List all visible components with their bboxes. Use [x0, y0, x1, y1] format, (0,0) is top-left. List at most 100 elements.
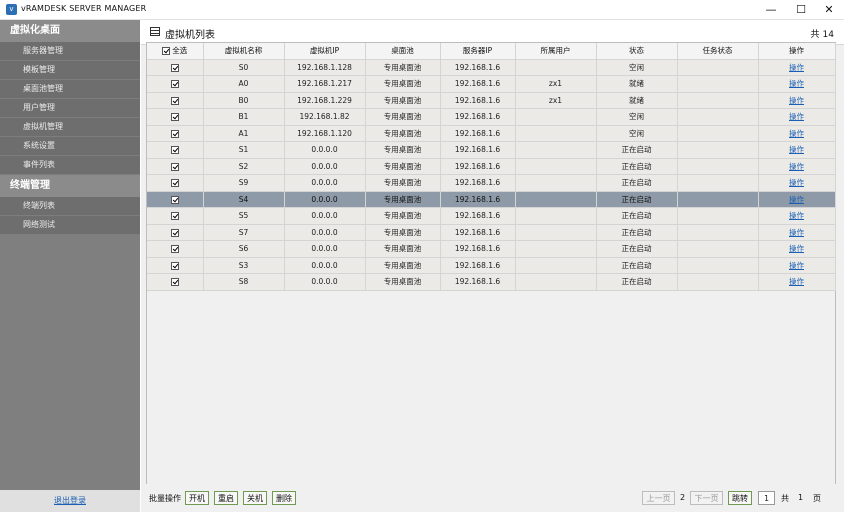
- cell-vm-name: S2: [203, 158, 285, 175]
- cell-task-status: [677, 141, 759, 159]
- cell-checkbox: [147, 257, 204, 274]
- column-header-owner: 所属用户: [515, 43, 597, 60]
- action-link[interactable]: 操作: [789, 228, 804, 237]
- close-icon[interactable]: ✕: [814, 0, 844, 19]
- cell-vm-name: S1: [203, 141, 285, 159]
- page-input[interactable]: 1: [758, 491, 775, 505]
- row-checkbox[interactable]: [170, 245, 179, 254]
- table-row[interactable]: S5 0.0.0.0 专用桌面池 192.168.1.6 正在启动 操作: [147, 207, 836, 225]
- cell-server-ip: 192.168.1.6: [440, 75, 516, 93]
- cell-vm-ip: 0.0.0.0: [284, 273, 366, 291]
- power-on-button[interactable]: 开机: [185, 491, 209, 505]
- cell-owner: [515, 108, 597, 126]
- table-row[interactable]: S9 0.0.0.0 专用桌面池 192.168.1.6 正在启动 操作: [147, 174, 836, 192]
- cell-status: 正在启动: [596, 240, 678, 258]
- row-checkbox[interactable]: [170, 96, 179, 105]
- action-link[interactable]: 操作: [789, 96, 804, 105]
- sidebar-item-event-list[interactable]: 事件列表: [0, 156, 140, 175]
- logout-link[interactable]: 退出登录: [0, 490, 140, 512]
- next-page-button[interactable]: 下一页: [690, 491, 723, 505]
- cell-desktop-pool: 专用桌面池: [365, 158, 441, 175]
- table-row[interactable]: B0 192.168.1.229 专用桌面池 192.168.1.6 zx1 就绪 操作: [147, 92, 836, 109]
- row-checkbox[interactable]: [170, 212, 179, 221]
- sidebar-item-server-management[interactable]: 服务器管理: [0, 42, 140, 61]
- sidebar-section-terminal-management[interactable]: 终端管理: [0, 175, 140, 197]
- table-row[interactable]: S0 192.168.1.128 专用桌面池 192.168.1.6 空闲 操作: [147, 59, 836, 76]
- action-link[interactable]: 操作: [789, 63, 804, 72]
- action-link[interactable]: 操作: [789, 244, 804, 253]
- cell-vm-ip: 0.0.0.0: [284, 257, 366, 274]
- cell-vm-name: S9: [203, 174, 285, 192]
- sidebar-section-virtual-desktop[interactable]: 虚拟化桌面: [0, 20, 140, 42]
- list-icon: [150, 27, 160, 36]
- action-link[interactable]: 操作: [789, 195, 804, 204]
- cell-desktop-pool: 专用桌面池: [365, 59, 441, 76]
- maximize-icon[interactable]: ☐: [786, 0, 816, 19]
- cell-server-ip: 192.168.1.6: [440, 240, 516, 258]
- cell-desktop-pool: 专用桌面池: [365, 207, 441, 225]
- cell-status: 正在启动: [596, 174, 678, 192]
- table-row[interactable]: A1 192.168.1.120 专用桌面池 192.168.1.6 空闲 操作: [147, 125, 836, 142]
- cell-checkbox: [147, 191, 204, 208]
- table-row[interactable]: S2 0.0.0.0 专用桌面池 192.168.1.6 正在启动 操作: [147, 158, 836, 175]
- minimize-icon[interactable]: —: [756, 0, 786, 19]
- vm-table-container[interactable]: 全选 虚拟机名称 虚拟机IP 桌面池 服务器IP 所属用户 状态 任务状态 操作…: [146, 42, 836, 500]
- select-all-header[interactable]: 全选: [147, 43, 204, 60]
- sidebar-item-system-settings[interactable]: 系统设置: [0, 137, 140, 156]
- table-row[interactable]: S7 0.0.0.0 专用桌面池 192.168.1.6 正在启动 操作: [147, 224, 836, 241]
- row-checkbox[interactable]: [170, 195, 179, 204]
- row-checkbox[interactable]: [170, 162, 179, 171]
- total-count: 共 14: [808, 27, 834, 40]
- table-row[interactable]: S6 0.0.0.0 专用桌面池 192.168.1.6 正在启动 操作: [147, 240, 836, 258]
- table-row[interactable]: S4 0.0.0.0 专用桌面池 192.168.1.6 正在启动 操作: [147, 191, 836, 208]
- cell-status: 正在启动: [596, 207, 678, 225]
- restart-button[interactable]: 重启: [214, 491, 238, 505]
- row-checkbox[interactable]: [170, 278, 179, 287]
- sidebar-item-desktop-pool-management[interactable]: 桌面池管理: [0, 80, 140, 99]
- cell-desktop-pool: 专用桌面池: [365, 257, 441, 274]
- sidebar-item-terminal-list[interactable]: 终端列表: [0, 197, 140, 216]
- shutdown-button[interactable]: 关机: [243, 491, 267, 505]
- cell-owner: [515, 158, 597, 175]
- page-number[interactable]: 2: [680, 493, 685, 502]
- row-checkbox[interactable]: [170, 261, 179, 270]
- prev-page-button[interactable]: 上一页: [642, 491, 675, 505]
- row-checkbox[interactable]: [170, 129, 179, 138]
- action-link[interactable]: 操作: [789, 211, 804, 220]
- jump-button[interactable]: 跳转: [728, 491, 752, 505]
- row-checkbox[interactable]: [170, 228, 179, 237]
- row-checkbox[interactable]: [170, 63, 179, 72]
- action-link[interactable]: 操作: [789, 129, 804, 138]
- cell-vm-ip: 0.0.0.0: [284, 207, 366, 225]
- cell-action: 操作: [758, 108, 836, 126]
- action-link[interactable]: 操作: [789, 112, 804, 121]
- cell-status: 就绪: [596, 75, 678, 93]
- delete-button[interactable]: 删除: [272, 491, 296, 505]
- action-link[interactable]: 操作: [789, 79, 804, 88]
- action-link[interactable]: 操作: [789, 261, 804, 270]
- action-link[interactable]: 操作: [789, 145, 804, 154]
- table-row[interactable]: B1 192.168.1.82 专用桌面池 192.168.1.6 空闲 操作: [147, 108, 836, 126]
- cell-action: 操作: [758, 59, 836, 76]
- action-link[interactable]: 操作: [789, 178, 804, 187]
- row-checkbox[interactable]: [170, 113, 179, 122]
- table-row[interactable]: A0 192.168.1.217 专用桌面池 192.168.1.6 zx1 就绪 操作: [147, 75, 836, 93]
- select-all-checkbox[interactable]: [162, 46, 171, 55]
- cell-checkbox: [147, 174, 204, 192]
- action-link[interactable]: 操作: [789, 162, 804, 171]
- sidebar-item-user-management[interactable]: 用户管理: [0, 99, 140, 118]
- sidebar-item-network-test[interactable]: 网络测试: [0, 216, 140, 235]
- footer-bar: 批量操作 开机 重启 关机 删除 上一页 2 下一页 跳转 1 共 1 页: [141, 484, 844, 512]
- action-link[interactable]: 操作: [789, 277, 804, 286]
- table-row[interactable]: S3 0.0.0.0 专用桌面池 192.168.1.6 正在启动 操作: [147, 257, 836, 274]
- cell-checkbox: [147, 92, 204, 109]
- sidebar-item-vm-management[interactable]: 虚拟机管理: [0, 118, 140, 137]
- cell-checkbox: [147, 240, 204, 258]
- row-checkbox[interactable]: [170, 80, 179, 89]
- table-row[interactable]: S8 0.0.0.0 专用桌面池 192.168.1.6 正在启动 操作: [147, 273, 836, 291]
- row-checkbox[interactable]: [170, 146, 179, 155]
- cell-action: 操作: [758, 207, 836, 225]
- row-checkbox[interactable]: [170, 179, 179, 188]
- sidebar-item-template-management[interactable]: 模板管理: [0, 61, 140, 80]
- table-row[interactable]: S1 0.0.0.0 专用桌面池 192.168.1.6 正在启动 操作: [147, 141, 836, 159]
